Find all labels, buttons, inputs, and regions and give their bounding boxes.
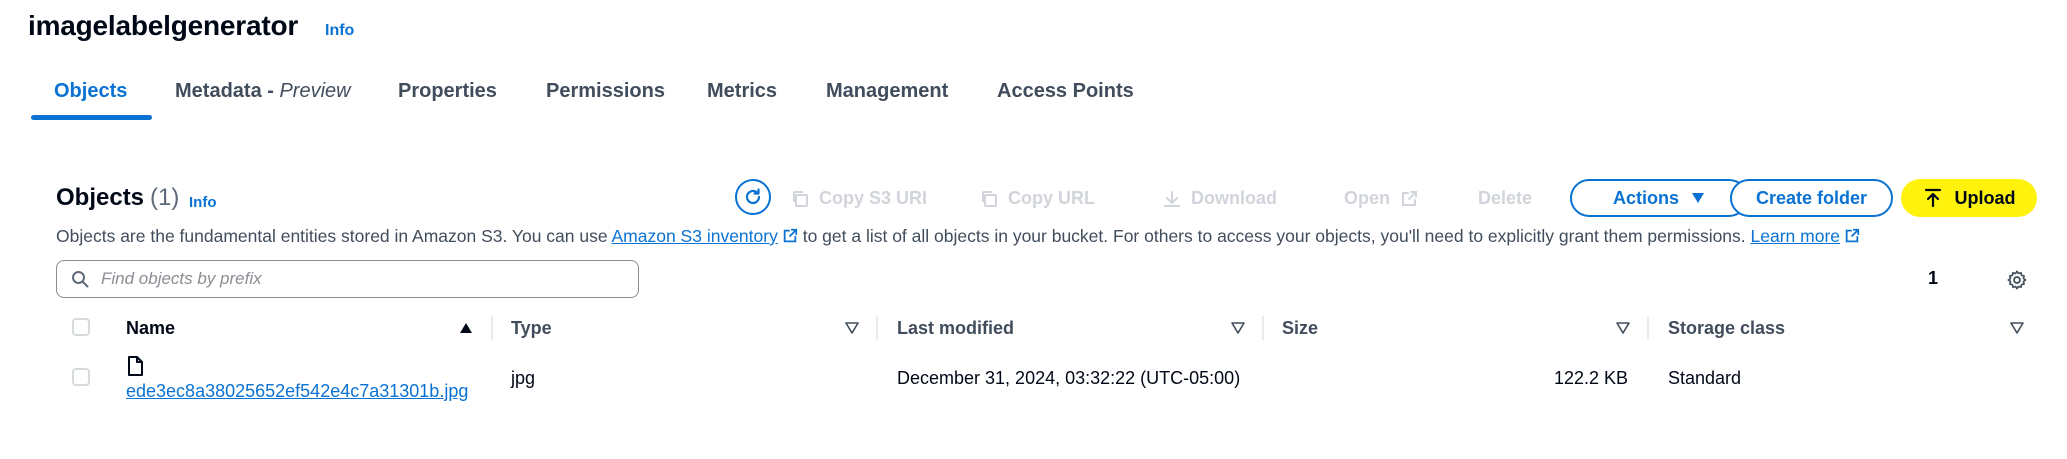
settings-gear-icon[interactable] [2006, 269, 2028, 296]
column-header-last-modified[interactable]: Last modified [897, 318, 1014, 339]
sort-caret-icon[interactable] [1231, 322, 1245, 334]
bucket-info-link[interactable]: Info [325, 22, 354, 40]
actions-button[interactable]: Actions [1570, 179, 1748, 217]
create-folder-button[interactable]: Create folder [1730, 179, 1893, 217]
column-separator[interactable] [1262, 316, 1264, 340]
column-header-name[interactable]: Name [126, 318, 175, 339]
copy-url-button[interactable]: Copy URL [980, 188, 1095, 209]
learn-more-link[interactable]: Learn more [1751, 226, 1841, 246]
tab-permissions[interactable]: Permissions [546, 80, 665, 103]
active-tab-indicator [31, 115, 152, 120]
tab-metadata[interactable]: Metadata - Preview [175, 80, 351, 103]
column-header-type[interactable]: Type [511, 318, 552, 339]
tab-properties[interactable]: Properties [398, 80, 497, 103]
sort-caret-icon[interactable] [1616, 322, 1630, 334]
column-separator[interactable] [876, 316, 878, 340]
tab-objects[interactable]: Objects [54, 80, 127, 103]
object-name-link[interactable]: ede3ec8a38025652ef542e4c7a31301b.jpg [126, 381, 468, 402]
search-icon [72, 271, 89, 288]
file-icon [128, 356, 143, 376]
bucket-title: imagelabelgenerator [28, 10, 299, 41]
copy-icon [982, 190, 997, 207]
object-type: jpg [511, 368, 536, 388]
upload-icon [1924, 188, 1941, 208]
tab-access-points[interactable]: Access Points [997, 80, 1134, 103]
external-link-icon [1402, 190, 1418, 206]
external-link-icon [1845, 228, 1860, 243]
search-box[interactable] [56, 260, 639, 298]
sort-caret-icon[interactable] [2010, 322, 2024, 334]
column-header-storage-class[interactable]: Storage class [1668, 318, 1785, 339]
copy-icon [793, 190, 808, 207]
column-separator[interactable] [1647, 316, 1649, 340]
external-link-icon [783, 228, 797, 243]
page-number[interactable]: 1 [1928, 268, 1938, 289]
column-header-size[interactable]: Size [1282, 318, 1318, 339]
object-last-modified: December 31, 2024, 03:32:22 (UTC-05:00) [897, 368, 1241, 388]
upload-button[interactable]: Upload [1901, 179, 2037, 217]
tab-metrics[interactable]: Metrics [707, 80, 777, 103]
objects-count: (1) [150, 184, 180, 211]
refresh-icon [745, 188, 761, 205]
s3-inventory-link[interactable]: Amazon S3 inventory [612, 226, 778, 246]
row-checkbox[interactable] [72, 368, 90, 386]
select-all-checkbox[interactable] [72, 318, 90, 336]
copy-s3-uri-button[interactable]: Copy S3 URI [791, 188, 927, 209]
object-storage-class: Standard [1668, 368, 1742, 388]
download-icon [1164, 190, 1180, 207]
object-size: 122.2 KB [1553, 368, 1628, 388]
objects-description: Objects are the fundamental entities sto… [56, 226, 1860, 247]
open-button[interactable]: Open [1344, 188, 1418, 209]
download-button[interactable]: Download [1163, 188, 1277, 209]
column-separator[interactable] [491, 316, 493, 340]
search-input[interactable] [99, 268, 623, 290]
objects-heading: Objects (1) [56, 184, 180, 211]
caret-down-icon [1692, 193, 1704, 203]
tab-management[interactable]: Management [826, 80, 948, 103]
refresh-button[interactable] [735, 179, 771, 215]
sort-ascending-icon[interactable] [459, 322, 473, 334]
delete-button[interactable]: Delete [1478, 188, 1532, 209]
sort-caret-icon[interactable] [845, 322, 859, 334]
objects-info-link[interactable]: Info [189, 194, 217, 211]
